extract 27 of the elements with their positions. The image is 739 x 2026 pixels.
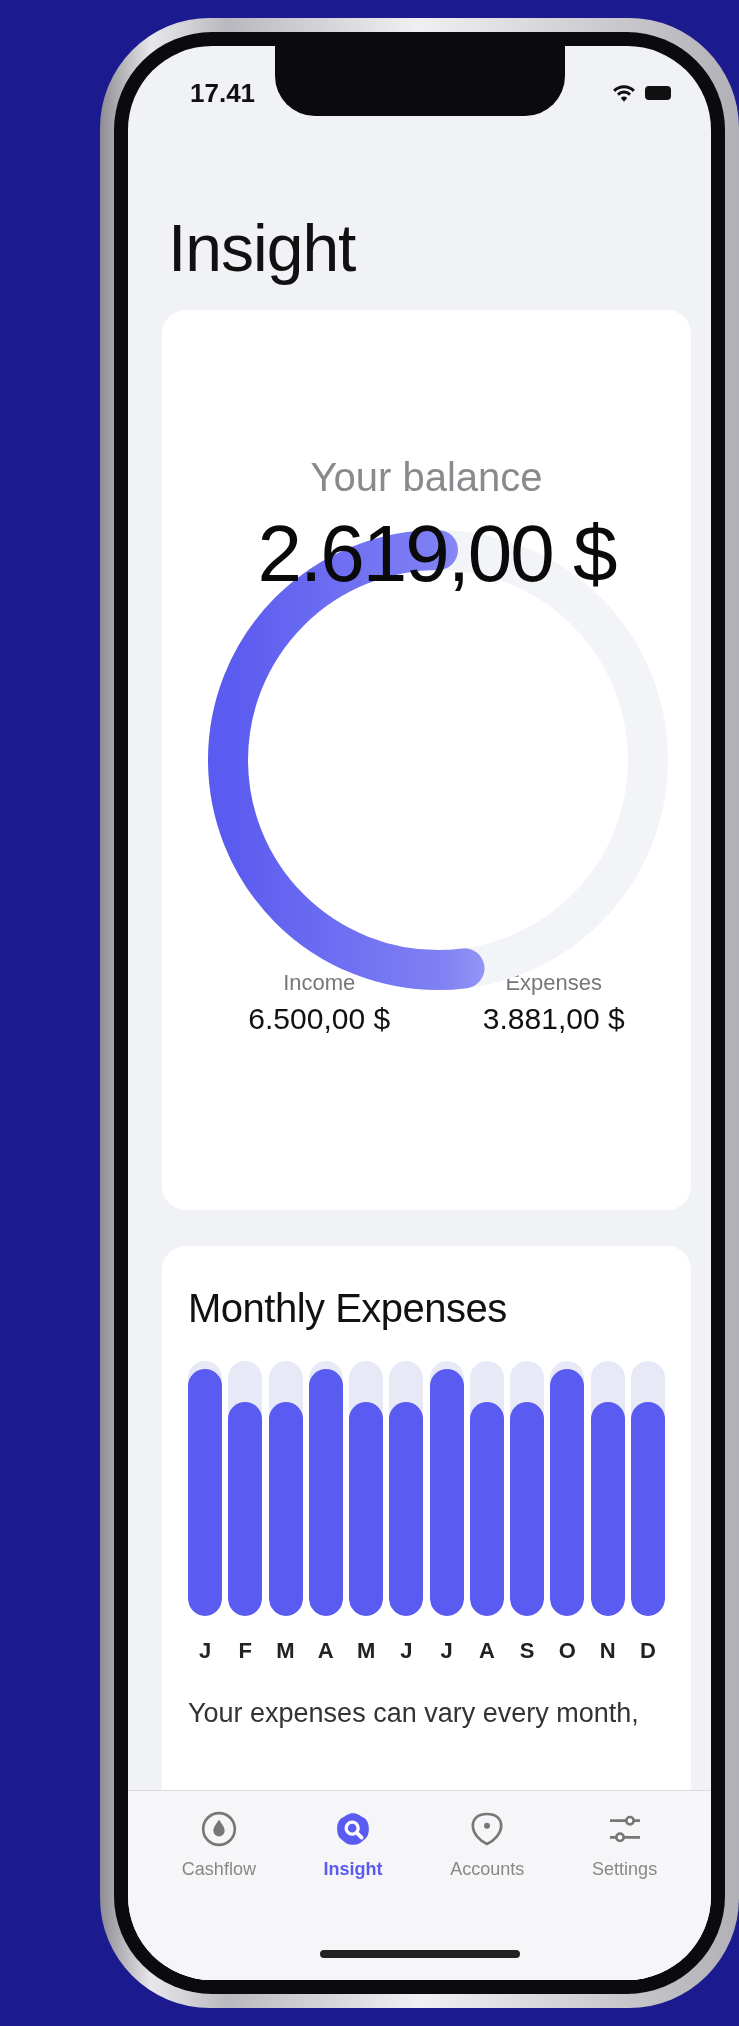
stat-value: 3.881,00 $ (482, 1002, 625, 1036)
expenses-note: Your expenses can vary every month, (188, 1698, 640, 1729)
page-title: Insight (168, 210, 357, 286)
tab-button[interactable]: Accounts (446, 1805, 529, 1884)
status-time: 17.41 (190, 77, 256, 109)
month-label: D (639, 1638, 656, 1664)
balance-label: Your balance (309, 454, 544, 500)
month-label: J (440, 1638, 453, 1664)
stat-value: 6.500,00 $ (248, 1002, 391, 1036)
stat-label: Expenses (504, 970, 604, 996)
tab-button[interactable]: Insight (319, 1805, 387, 1884)
month-label: J (400, 1638, 413, 1664)
tab-button[interactable]: Settings (588, 1805, 662, 1884)
month-label: M (276, 1638, 295, 1664)
month-label: J (198, 1638, 212, 1664)
card-title: Monthly Expenses (188, 1286, 508, 1331)
month-label: S (519, 1638, 535, 1664)
month-label: M (356, 1638, 376, 1664)
month-label: O (558, 1638, 576, 1664)
month-label: A (478, 1638, 495, 1664)
battery-icon (645, 86, 671, 100)
tab-button[interactable]: Cashflow (177, 1805, 260, 1884)
month-label: F (238, 1638, 252, 1664)
balance-amount: 2.619,00 $ (256, 508, 618, 600)
stat-label: Income (282, 970, 357, 996)
month-label: A (317, 1638, 334, 1664)
month-label: N (599, 1638, 616, 1664)
